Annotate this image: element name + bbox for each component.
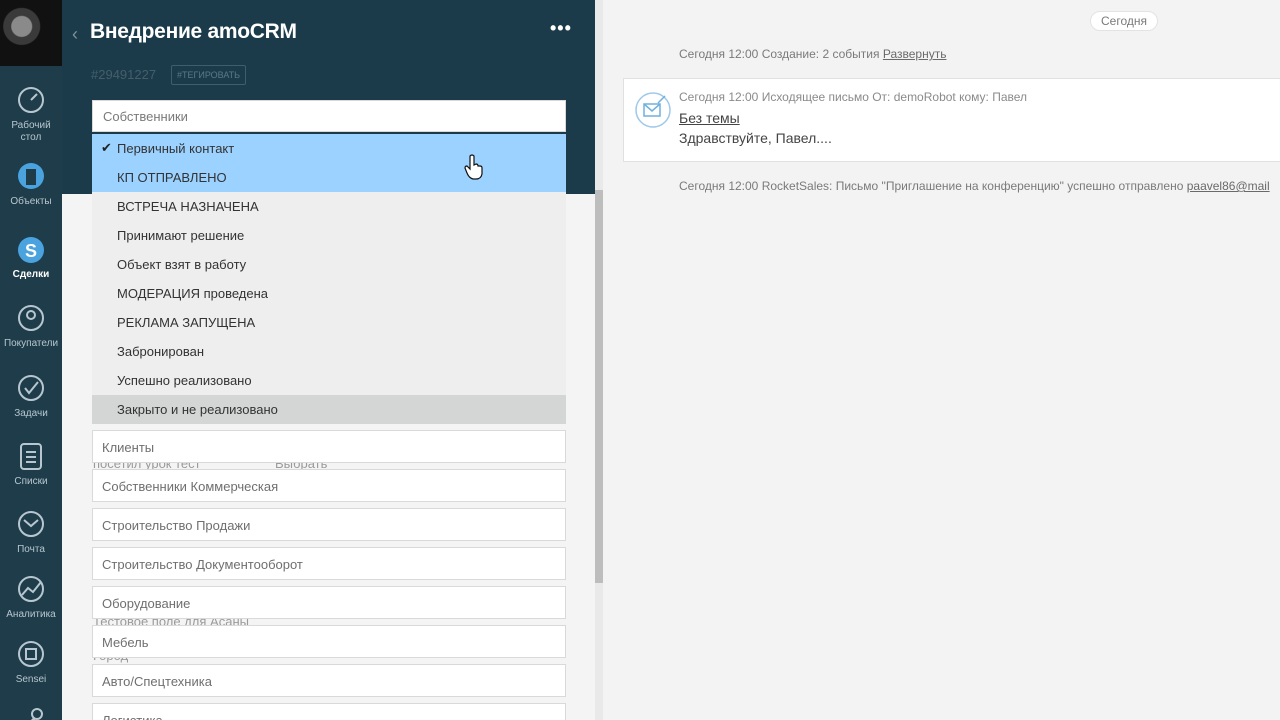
pipeline-item[interactable]: Клиенты xyxy=(92,430,566,463)
pipeline-item[interactable]: Мебель xyxy=(92,625,566,658)
tag-button[interactable]: #ТЕГИРОВАТЬ xyxy=(171,65,247,85)
nav-item-tasks[interactable]: Задачи xyxy=(0,372,62,420)
pipeline-item[interactable]: Оборудование xyxy=(92,586,566,619)
left-nav: Рабочий стол Объекты S Сделки Покупатели… xyxy=(0,0,62,720)
nav-item-sensei[interactable]: Sensei xyxy=(0,638,62,686)
deal-id: #29491227 xyxy=(91,67,157,82)
status-option-label: Принимают решение xyxy=(117,228,245,243)
status-option-label: КП ОТПРАВЛЕНО xyxy=(117,170,227,185)
pipeline-item[interactable]: Логистика xyxy=(92,703,566,720)
deal-title[interactable]: Внедрение amoCRM xyxy=(90,20,297,44)
nav-item-customers[interactable]: Покупатели xyxy=(0,302,62,350)
hand-cursor-icon xyxy=(464,154,483,180)
mail-meta: Сегодня 12:00 Исходящее письмо От: demoR… xyxy=(679,90,1028,104)
status-option-label: Первичный контакт xyxy=(117,141,235,156)
nav-item-mail[interactable]: Почта xyxy=(0,508,62,556)
creation-note: Сегодня 12:00 Создание: 2 события Развер… xyxy=(679,47,946,61)
checkmark-icon: ✔ xyxy=(101,140,112,155)
nav-item-settings[interactable] xyxy=(0,704,62,720)
status-option-label: Закрыто и не реализовано xyxy=(117,402,278,417)
nav-label: Сделки xyxy=(12,269,50,280)
pipeline-item[interactable]: Авто/Спецтехника xyxy=(92,664,566,697)
scrollbar-thumb[interactable] xyxy=(595,190,603,583)
mail-subject-link[interactable]: Без темы xyxy=(679,110,740,126)
deals-icon: S xyxy=(18,237,44,263)
expand-link[interactable]: Развернуть xyxy=(883,47,947,61)
nav-label: Задачи xyxy=(14,408,48,419)
email-link[interactable]: paavel86@mail xyxy=(1187,179,1270,193)
status-option[interactable]: Забронирован xyxy=(92,337,566,366)
mail-icon xyxy=(18,511,44,537)
pipeline-item[interactable]: Строительство Документооборот xyxy=(92,547,566,580)
nav-label: Почта xyxy=(17,544,45,555)
status-option-label: РЕКЛАМА ЗАПУЩЕНА xyxy=(117,315,256,330)
pipeline-item[interactable]: Собственники Коммерческая xyxy=(92,469,566,502)
nav-label: Объекты xyxy=(10,196,52,207)
status-option[interactable]: Принимают решение xyxy=(92,221,566,250)
status-option[interactable]: ВСТРЕЧА НАЗНАЧЕНА xyxy=(92,192,566,221)
status-option-label: ВСТРЕЧА НАЗНАЧЕНА xyxy=(117,199,259,214)
pipeline-dropdown-header[interactable]: Собственники xyxy=(92,100,566,132)
status-option-label: Успешно реализовано xyxy=(117,373,252,388)
status-option[interactable]: Закрыто и не реализовано xyxy=(92,395,566,424)
status-option[interactable]: КП ОТПРАВЛЕНО xyxy=(92,163,566,192)
status-option[interactable]: Успешно реализовано xyxy=(92,366,566,395)
dashboard-icon xyxy=(18,87,44,113)
nav-item-objects[interactable]: Объекты xyxy=(0,160,62,208)
user-avatar[interactable] xyxy=(0,0,62,66)
creation-note-text: Сегодня 12:00 Создание: 2 события xyxy=(679,47,880,61)
status-option[interactable]: РЕКЛАМА ЗАПУЩЕНА xyxy=(92,308,566,337)
lists-icon xyxy=(20,443,42,470)
date-pill: Сегодня xyxy=(1090,11,1158,31)
rocket-note-text: Сегодня 12:00 RocketSales: Письмо "Пригл… xyxy=(679,179,1184,193)
status-option-label: МОДЕРАЦИЯ проведена xyxy=(117,286,268,301)
nav-item-dashboard[interactable]: Рабочий стол xyxy=(0,84,62,144)
customers-icon xyxy=(18,305,44,331)
nav-label: Рабочий стол xyxy=(11,120,51,143)
nav-item-analytics[interactable]: Аналитика xyxy=(0,573,62,621)
nav-label: Списки xyxy=(14,476,48,487)
status-option[interactable]: ✔ Первичный контакт xyxy=(92,134,566,163)
mail-card[interactable]: Сегодня 12:00 Исходящее письмо От: demoR… xyxy=(623,78,1280,162)
status-option[interactable]: МОДЕРАЦИЯ проведена xyxy=(92,279,566,308)
status-dropdown-list: ✔ Первичный контакт КП ОТПРАВЛЕНО ВСТРЕЧ… xyxy=(92,134,566,424)
svg-text:S: S xyxy=(25,241,37,261)
rocket-note: Сегодня 12:00 RocketSales: Письмо "Пригл… xyxy=(679,179,1270,193)
status-option-label: Объект взят в работу xyxy=(117,257,247,272)
nav-item-deals[interactable]: S Сделки xyxy=(0,233,62,281)
outgoing-mail-icon xyxy=(635,92,671,128)
nav-label: Аналитика xyxy=(6,609,56,620)
objects-icon xyxy=(18,163,44,189)
analytics-icon xyxy=(18,576,44,602)
wrench-icon xyxy=(30,708,43,720)
more-menu-icon[interactable]: ••• xyxy=(550,18,572,39)
nav-label: Покупатели xyxy=(3,338,59,349)
nav-label: Sensei xyxy=(15,674,47,685)
pipeline-item[interactable]: Строительство Продажи xyxy=(92,508,566,541)
status-option[interactable]: Объект взят в работу xyxy=(92,250,566,279)
back-arrow-icon[interactable]: ‹ xyxy=(72,24,78,45)
sensei-icon xyxy=(18,641,44,667)
nav-item-lists[interactable]: Списки xyxy=(0,440,62,488)
status-option-label: Забронирован xyxy=(117,344,205,359)
tasks-icon xyxy=(18,375,44,401)
mail-body-preview: Здравствуйте, Павел.... xyxy=(679,130,832,146)
